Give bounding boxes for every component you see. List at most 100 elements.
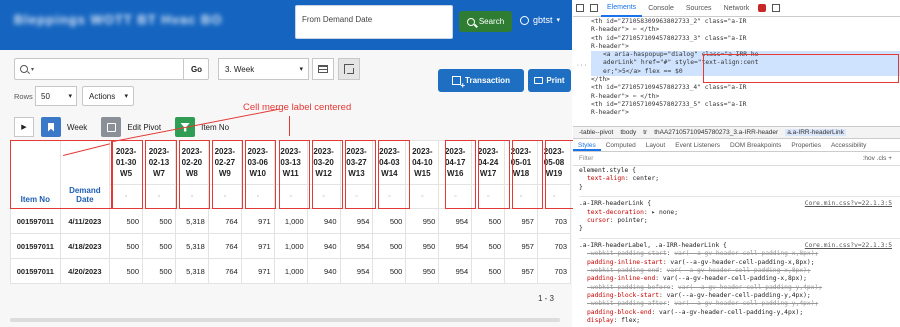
column-sort-icon[interactable]: ▫ bbox=[339, 184, 374, 209]
print-button[interactable]: Print bbox=[528, 69, 571, 92]
css-declaration[interactable]: padding-block-end: var(--a-gv-header-cel… bbox=[579, 309, 900, 317]
inspect-icon[interactable] bbox=[576, 4, 584, 12]
styles-pane-tab[interactable]: Properties bbox=[786, 140, 826, 151]
css-selector[interactable]: .a-IRR-headerLabel, .a-IRR-headerLink {C… bbox=[579, 242, 900, 250]
css-declaration[interactable]: -webkit-padding-before: var(--a-gv-heade… bbox=[579, 284, 900, 292]
breadcrumb-item[interactable]: tr bbox=[643, 129, 647, 136]
report-search-field[interactable]: ▾ bbox=[14, 58, 209, 80]
styles-filter[interactable]: Filter :hov .cls + bbox=[573, 153, 900, 166]
css-selector[interactable]: } bbox=[579, 184, 900, 192]
actions-menu-button[interactable]: Actions ▾ bbox=[82, 86, 134, 106]
device-toggle-icon[interactable] bbox=[590, 4, 598, 12]
week-column-header[interactable]: 2023- 03-27 W13 bbox=[339, 140, 374, 185]
css-declaration[interactable]: padding-inline-start: var(--a-gv-header-… bbox=[579, 259, 900, 267]
dom-node-line[interactable]: R-header"> ⋯ </th> bbox=[591, 26, 900, 34]
week-column-header[interactable]: 2023- 02-20 W8 bbox=[174, 140, 209, 185]
css-source-link[interactable]: Core.min.css?v=22.1.3:5 bbox=[805, 242, 892, 250]
css-selector[interactable]: element.style { bbox=[579, 167, 900, 175]
styles-filter-tools[interactable]: :hov .cls + bbox=[863, 153, 892, 165]
search-button[interactable]: Search bbox=[459, 11, 512, 32]
week-column-header[interactable]: 2023- 04-03 W14 bbox=[372, 140, 407, 185]
week-column-header[interactable]: 2023- 03-20 W12 bbox=[306, 140, 341, 185]
tab-sources[interactable]: Sources bbox=[680, 5, 718, 12]
column-sort-icon[interactable]: ▫ bbox=[109, 184, 143, 209]
week-chip-label[interactable]: Week bbox=[67, 123, 87, 132]
breadcrumb-item[interactable]: thAA27105710945780273_3.a-IRR-header bbox=[654, 129, 778, 136]
css-declaration[interactable]: padding-inline-end: var(--a-gv-header-ce… bbox=[579, 275, 900, 283]
tab-elements[interactable]: Elements bbox=[601, 0, 643, 17]
transaction-button[interactable]: Transaction bbox=[438, 69, 524, 92]
css-declaration[interactable]: display: flex; bbox=[579, 317, 900, 325]
css-declaration[interactable]: -webkit-padding-start: var(--a-gv-header… bbox=[579, 250, 900, 258]
css-declaration[interactable]: cursor: pointer; bbox=[579, 217, 900, 225]
styles-pane-tab[interactable]: Accessibility bbox=[826, 140, 871, 151]
column-sort-icon[interactable]: ▫ bbox=[372, 184, 407, 209]
styles-pane-tab[interactable]: Computed bbox=[601, 140, 641, 151]
styles-filter-input[interactable]: Filter bbox=[579, 155, 593, 162]
styles-pane-tab[interactable]: Layout bbox=[641, 140, 671, 151]
horizontal-scrollbar[interactable] bbox=[10, 318, 560, 322]
dom-node-line[interactable]: R-header"> bbox=[591, 43, 900, 51]
week-column-header[interactable]: 2023- 04-10 W15 bbox=[405, 140, 440, 185]
saved-report-select[interactable]: 3. Week ▾ bbox=[218, 58, 309, 80]
css-declaration[interactable]: -webkit-padding-after: var(--a-gv-header… bbox=[579, 300, 900, 308]
week-column-header[interactable]: 2023- 04-17 W16 bbox=[438, 140, 473, 185]
week-column-header[interactable]: 2023- 02-13 W7 bbox=[142, 140, 176, 185]
rows-per-page-select[interactable]: 50 ▾ bbox=[35, 86, 77, 106]
week-column-header[interactable]: 2023- 05-08 W19 bbox=[536, 140, 572, 185]
user-menu[interactable]: gbtst ▾ bbox=[520, 15, 560, 25]
settings-icon[interactable] bbox=[772, 4, 781, 12]
item-no-header[interactable]: Item No bbox=[10, 140, 61, 209]
week-column-header[interactable]: 2023- 05-01 W18 bbox=[504, 140, 538, 185]
column-sort-icon[interactable]: ▫ bbox=[536, 184, 572, 209]
demand-date-input[interactable]: From Demand Date bbox=[295, 5, 453, 39]
styles-pane-tab[interactable]: Styles bbox=[573, 140, 601, 151]
column-sort-icon[interactable]: ▫ bbox=[207, 184, 242, 209]
app-title[interactable]: Bleppings WOTT BT Hvac BO bbox=[14, 12, 264, 32]
error-badge-icon[interactable] bbox=[758, 4, 767, 12]
dom-node-line[interactable]: R-header"> ⋯ </th> bbox=[591, 93, 900, 101]
pivot-view-button[interactable] bbox=[338, 58, 360, 80]
column-sort-icon[interactable]: ▫ bbox=[504, 184, 538, 209]
styles-pane-tab[interactable]: Event Listeners bbox=[670, 140, 725, 151]
grid-view-button[interactable] bbox=[312, 58, 334, 80]
column-sort-icon[interactable]: ▫ bbox=[306, 184, 341, 209]
dom-node-line[interactable]: R-header"> bbox=[591, 109, 900, 117]
breadcrumb-item[interactable]: -table--pivot bbox=[579, 129, 613, 136]
dom-node-line[interactable]: <th id="Z71057109457802733_3" class="a-I… bbox=[591, 35, 900, 43]
week-column-header[interactable]: 2023- 02-27 W9 bbox=[207, 140, 242, 185]
column-sort-icon[interactable]: ▫ bbox=[273, 184, 308, 209]
css-declaration[interactable]: text-decoration: ▸ none; bbox=[579, 209, 900, 217]
week-column-header[interactable]: 2023- 03-13 W11 bbox=[273, 140, 308, 185]
dom-node-line[interactable]: <th id="Z71057109457802733_5" class="a-I… bbox=[591, 101, 900, 109]
dom-node-line[interactable]: <th id="Z71057109457802733_4" class="a-I… bbox=[591, 84, 900, 92]
css-declaration[interactable]: -webkit-padding-end: var(--a-gv-header-c… bbox=[579, 267, 900, 275]
demand-date-header[interactable]: Demand Date bbox=[59, 140, 111, 209]
css-declaration[interactable]: text-align: center; bbox=[579, 175, 900, 183]
chevron-down-icon[interactable]: ▾ bbox=[31, 66, 34, 73]
css-source-link[interactable]: Core.min.css?v=22.1.3:5 bbox=[805, 200, 892, 208]
tab-network[interactable]: Network bbox=[718, 5, 756, 12]
edit-pivot-chip-icon[interactable] bbox=[101, 117, 122, 137]
dom-node-line[interactable]: <th id="Z71058309963802733_2" class="a-I… bbox=[591, 18, 900, 26]
week-column-header[interactable]: 2023- 01-30 W5 bbox=[109, 140, 143, 185]
expand-controls-button[interactable]: ▶ bbox=[14, 117, 34, 137]
week-column-header[interactable]: 2023- 04-24 W17 bbox=[471, 140, 506, 185]
css-selector[interactable]: .a-IRR-headerLink {Core.min.css?v=22.1.3… bbox=[579, 200, 900, 208]
column-sort-icon[interactable]: ▫ bbox=[405, 184, 440, 209]
edit-pivot-label[interactable]: Edit Pivot bbox=[127, 123, 161, 132]
column-sort-icon[interactable]: ▫ bbox=[471, 184, 506, 209]
column-sort-icon[interactable]: ▫ bbox=[142, 184, 176, 209]
breadcrumb-item-current[interactable]: a.a-IRR-headerLink bbox=[785, 129, 846, 136]
css-declaration[interactable]: padding-block-start: var(--a-gv-header-c… bbox=[579, 292, 900, 300]
styles-pane-tab[interactable]: DOM Breakpoints bbox=[725, 140, 786, 151]
week-column-header[interactable]: 2023- 03-06 W10 bbox=[240, 140, 275, 185]
go-button[interactable]: Go bbox=[183, 58, 209, 80]
css-selector[interactable]: } bbox=[579, 225, 900, 233]
week-chip-icon[interactable] bbox=[41, 117, 61, 137]
column-sort-icon[interactable]: ▫ bbox=[438, 184, 473, 209]
tab-console[interactable]: Console bbox=[642, 5, 680, 12]
column-sort-icon[interactable]: ▫ bbox=[174, 184, 209, 209]
column-sort-icon[interactable]: ▫ bbox=[240, 184, 275, 209]
breadcrumb-item[interactable]: tbody bbox=[620, 129, 636, 136]
